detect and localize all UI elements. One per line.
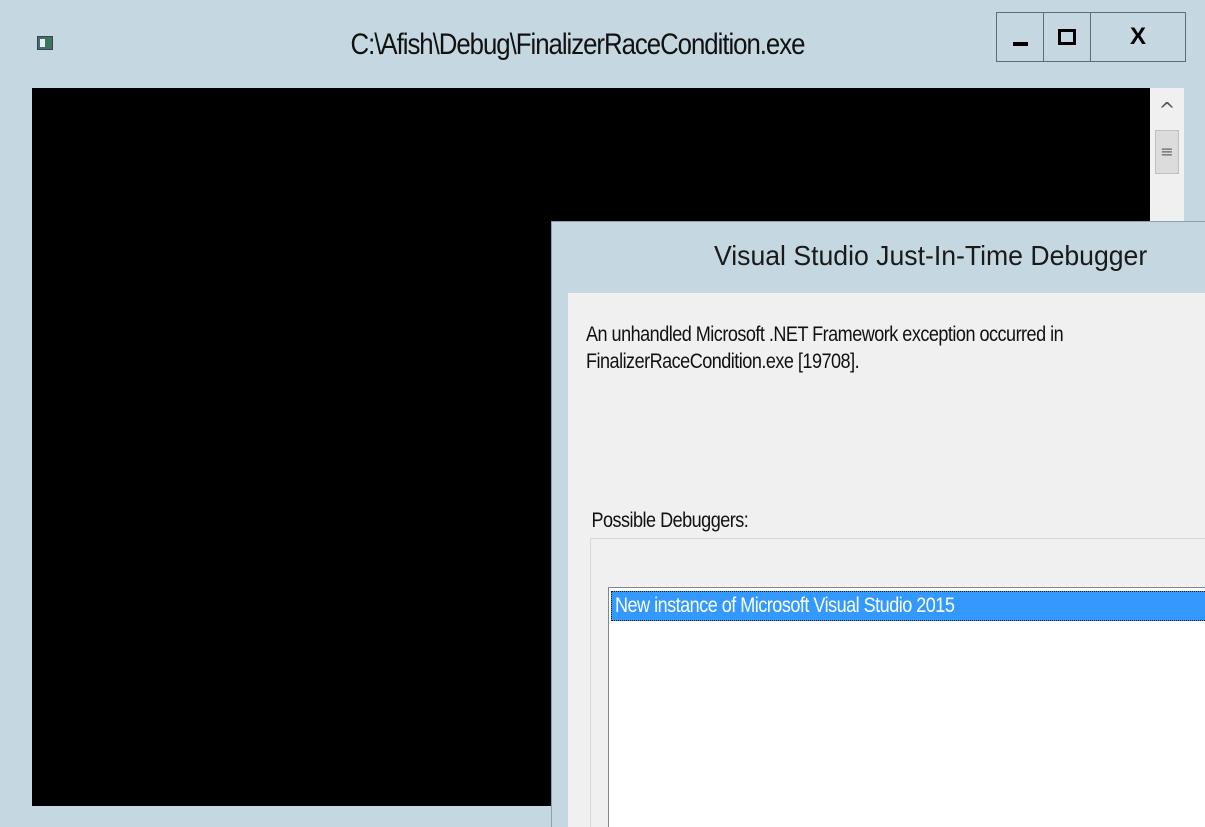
jit-dialog-title-bar[interactable]: Visual Studio Just-In-Time Debugger: [552, 222, 1205, 293]
close-button[interactable]: X: [1091, 13, 1185, 61]
scroll-thumb[interactable]: ≡: [1155, 130, 1179, 174]
close-icon: X: [1129, 23, 1146, 50]
exception-message: An unhandled Microsoft .NET Framework ex…: [586, 321, 1119, 375]
debugger-list-item[interactable]: New instance of Microsoft Visual Studio …: [611, 591, 1205, 621]
jit-debugger-dialog: Visual Studio Just-In-Time Debugger An u…: [551, 221, 1205, 827]
minimize-button[interactable]: [997, 13, 1044, 61]
jit-dialog-title: Visual Studio Just-In-Time Debugger: [714, 240, 1148, 271]
scroll-up-arrow-icon[interactable]: ^: [1150, 96, 1184, 124]
debugger-list-item-label: New instance of Microsoft Visual Studio …: [615, 594, 955, 617]
maximize-button[interactable]: [1044, 13, 1091, 61]
console-window-title: C:\Afish\Debug\FinalizerRaceCondition.ex…: [350, 28, 806, 61]
console-app-icon[interactable]: [37, 36, 53, 50]
debuggers-list[interactable]: New instance of Microsoft Visual Studio …: [608, 587, 1205, 827]
possible-debuggers-label: Possible Debuggers:: [588, 509, 752, 533]
maximize-icon: [1058, 29, 1076, 45]
minimize-icon: [1012, 42, 1028, 46]
window-controls: X: [996, 12, 1186, 62]
exception-message-line2: FinalizerRaceCondition.exe [19708].: [586, 350, 860, 373]
exception-message-line1: An unhandled Microsoft .NET Framework ex…: [586, 323, 1064, 346]
jit-dialog-body: An unhandled Microsoft .NET Framework ex…: [568, 293, 1205, 827]
